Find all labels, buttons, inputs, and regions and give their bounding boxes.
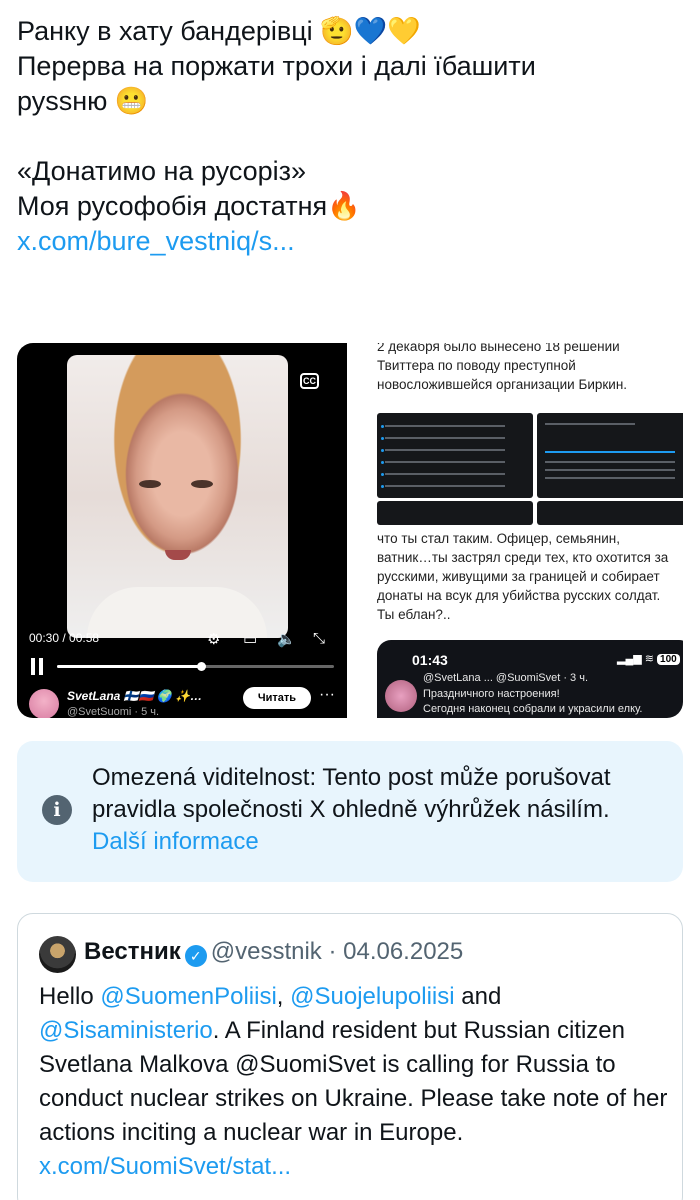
avatar[interactable] <box>39 936 76 973</box>
video-progress-fill <box>57 665 202 668</box>
airplay-icon[interactable]: ▭ <box>243 630 257 648</box>
captions-button[interactable]: CC <box>300 373 319 389</box>
post-line-4: «Донатимо на русоріз» <box>17 156 307 186</box>
quote-author-name[interactable]: Вестник <box>84 938 181 965</box>
quote-author-handle[interactable]: @vesstnik <box>211 938 322 965</box>
quote-header: Вестник ✓ @vesstnik · 04.06.2025 <box>84 938 464 967</box>
quote-text: Hello <box>39 983 101 1010</box>
mini-screenshot <box>377 413 533 498</box>
pause-icon[interactable] <box>29 658 45 676</box>
more-icon[interactable]: ··· <box>319 686 335 704</box>
battery-icon: 100 <box>657 654 680 665</box>
post-line-5: Моя русофобія достатня <box>17 191 328 221</box>
video-author-name[interactable]: SvetLana 🇫🇮🇷🇺 🌍 ✨… <box>67 689 202 703</box>
video-player[interactable]: CC 00:30 / 00:58 ⚙ ▭ 🔈 ⤡ SvetLana 🇫🇮🇷🇺 🌍… <box>17 343 347 718</box>
video-author-handle: @SvetSuomi · 5 ч. <box>67 706 160 718</box>
screenshot-text: донаты на всук для убийства русских солд… <box>377 588 661 603</box>
learn-more-link[interactable]: Další informace <box>92 828 259 855</box>
screenshot-top[interactable]: 2 декабря было вынесено 18 решений Твитт… <box>362 343 683 528</box>
fullscreen-icon[interactable]: ⤡ <box>313 630 325 647</box>
quote-date[interactable]: 04.06.2025 <box>343 938 463 965</box>
mention-link[interactable]: @Suojelupoliisi <box>290 983 454 1010</box>
video-progress-knob[interactable] <box>197 662 207 671</box>
gear-icon[interactable]: ⚙ <box>207 630 220 648</box>
mini-screenshots <box>377 413 683 525</box>
avatar[interactable] <box>29 689 59 718</box>
phone-screenshot: 01:43 ▂▄▆ ≋ 100 @SvetLana ... @SuomiSvet… <box>377 640 683 718</box>
video-time: 00:30 / 00:58 <box>29 631 100 645</box>
phone-status: ▂▄▆ ≋ 100 <box>617 652 680 665</box>
video-eye <box>191 480 213 488</box>
follow-button[interactable]: Читать <box>243 687 311 709</box>
avatar <box>385 680 417 712</box>
mention-link[interactable]: @SuomenPoliisi <box>100 983 276 1010</box>
visibility-notice: i Omezená viditelnost: Tento post může p… <box>17 741 683 882</box>
mini-screenshot <box>537 501 683 525</box>
screenshot-text: Твиттера по поводу преступной <box>377 358 576 373</box>
video-progress-bar[interactable] <box>57 662 334 671</box>
notice-text: Omezená viditelnost: Tento post může por… <box>92 762 662 858</box>
salute-heart-emoji: 🫡💙💛 <box>320 16 422 47</box>
post-line: Ранку в хату бандерівці 🫡💙💛 <box>17 14 683 49</box>
screenshot-text: русскими, живущими за границей и собирае… <box>377 569 660 584</box>
post-line-1: Ранку в хату бандерівці <box>17 16 313 46</box>
video-eye <box>139 480 161 488</box>
screenshot-text: Ты еблан?.. <box>377 607 451 622</box>
video-author[interactable]: SvetLana 🇫🇮🇷🇺 🌍 ✨… @SvetSuomi · 5 ч. Чит… <box>29 686 339 718</box>
screenshot-text: что ты стал таким. Офицер, семьянин, <box>377 531 620 546</box>
phone-text: Сегодня наконец собрали и украсили елку. <box>423 703 643 715</box>
screenshot-text: новосложившейся организации Биркин. <box>377 377 628 392</box>
video-frame[interactable] <box>67 355 288 638</box>
post-line-3: руssню <box>17 86 108 116</box>
info-icon: i <box>42 795 72 825</box>
post-line: Моя русофобія достатня🔥 <box>17 189 683 224</box>
quote-body: Hello @SuomenPoliisi, @Suojelupoliisi an… <box>39 980 669 1184</box>
grimace-emoji: 😬 <box>114 86 149 117</box>
post-line-2: Перерва на поржати трохи і далі їбашити <box>17 51 536 81</box>
verified-badge-icon: ✓ <box>184 945 207 967</box>
quote-link[interactable]: x.com/SuomiSvet/stat... <box>39 1153 291 1180</box>
screenshot-bottom[interactable]: что ты стал таким. Офицер, семьянин, ват… <box>362 531 683 718</box>
notice-message: Omezená viditelnost: Tento post může por… <box>92 764 611 823</box>
quote-text: and <box>454 983 502 1010</box>
video-mouth <box>165 550 191 560</box>
post-line: руssню 😬 <box>17 84 683 119</box>
fire-emoji: 🔥 <box>327 191 361 222</box>
phone-text: @SvetLana ... @SuomiSvet · 3 ч. <box>423 672 589 684</box>
screenshot-text: 2 декабря было вынесено 18 решений <box>377 343 620 354</box>
volume-icon[interactable]: 🔈 <box>277 630 296 648</box>
post-text: Ранку в хату бандерівці 🫡💙💛 Перерва на п… <box>17 14 683 259</box>
media-grid[interactable]: CC 00:30 / 00:58 ⚙ ▭ 🔈 ⤡ SvetLana 🇫🇮🇷🇺 🌍… <box>17 343 683 718</box>
mention-link[interactable]: @Sisaministerio <box>39 1017 213 1044</box>
quote-text: , <box>276 983 291 1010</box>
video-shirt <box>87 587 267 638</box>
phone-time: 01:43 <box>412 652 448 668</box>
post-link[interactable]: x.com/bure_vestniq/s... <box>17 224 683 259</box>
mini-screenshot <box>377 501 533 525</box>
phone-text: Праздничного настроения! <box>423 688 560 700</box>
mini-screenshot <box>537 413 683 498</box>
screenshot-text: ватник…ты застрял среди тех, кто охотитс… <box>377 550 669 565</box>
quoted-post[interactable]: Вестник ✓ @vesstnik · 04.06.2025 Hello @Su… <box>17 913 683 1200</box>
